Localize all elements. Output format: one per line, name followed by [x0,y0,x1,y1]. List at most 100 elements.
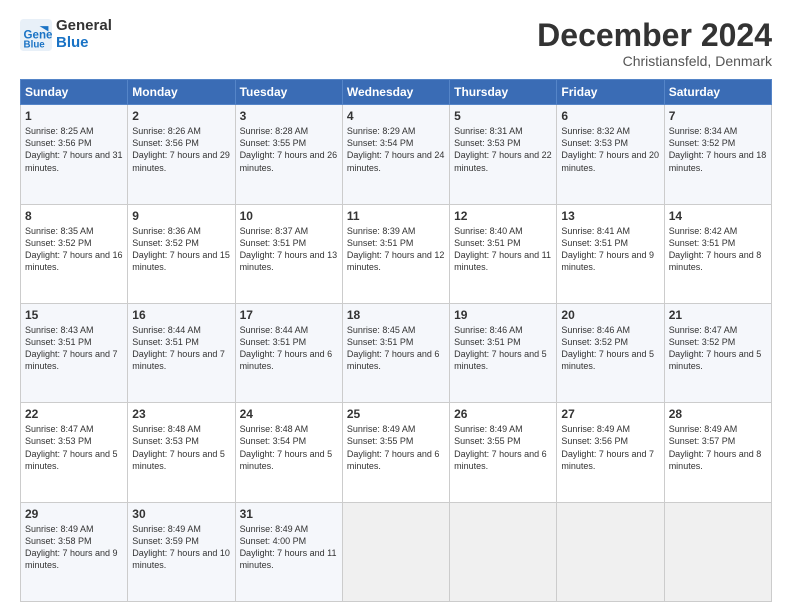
day-number: 10 [240,209,338,223]
calendar-body: 1Sunrise: 8:25 AMSunset: 3:56 PMDaylight… [21,105,772,602]
month-title: December 2024 [537,18,772,53]
calendar-day: 27 Sunrise: 8:49 AMSunset: 3:56 PMDayligh… [557,403,664,502]
day-content: Sunrise: 8:49 AMSunset: 3:56 PMDaylight:… [561,423,659,472]
calendar-day: 16Sunrise: 8:44 AMSunset: 3:51 PMDayligh… [128,303,235,402]
calendar-day: 22Sunrise: 8:47 AMSunset: 3:53 PMDayligh… [21,403,128,502]
day-number: 23 [132,407,230,421]
calendar-day: 30 Sunrise: 8:49 AMSunset: 3:59 PMDayligh… [128,502,235,601]
location: Christiansfeld, Denmark [537,53,772,69]
calendar-day: 20 Sunrise: 8:46 AMSunset: 3:52 PMDayligh… [557,303,664,402]
logo-general: General [56,18,112,35]
calendar-week: 29Sunrise: 8:49 AMSunset: 3:58 PMDayligh… [21,502,772,601]
header-day: Friday [557,80,664,105]
calendar-day: 13 Sunrise: 8:41 AMSunset: 3:51 PMDayligh… [557,204,664,303]
day-number: 19 [454,308,552,322]
calendar-day: 2Sunrise: 8:26 AMSunset: 3:56 PMDaylight… [128,105,235,204]
day-number: 24 [240,407,338,421]
day-content: Sunrise: 8:35 AMSunset: 3:52 PMDaylight:… [25,225,123,274]
day-number: 4 [347,109,445,123]
calendar-day: 3 Sunrise: 8:28 AMSunset: 3:55 PMDaylight… [235,105,342,204]
day-number: 16 [132,308,230,322]
day-content: Sunrise: 8:40 AMSunset: 3:51 PMDaylight:… [454,225,552,274]
day-content: Sunrise: 8:36 AMSunset: 3:52 PMDaylight:… [132,225,230,274]
day-content: Sunrise: 8:41 AMSunset: 3:51 PMDaylight:… [561,225,659,274]
day-number: 1 [25,109,123,123]
day-number: 20 [561,308,659,322]
header-day: Tuesday [235,80,342,105]
calendar-day: 15 Sunrise: 8:43 AMSunset: 3:51 PMDayligh… [21,303,128,402]
day-content: Sunrise: 8:43 AMSunset: 3:51 PMDaylight:… [25,324,123,373]
day-number: 3 [240,109,338,123]
day-content: Sunrise: 8:46 AMSunset: 3:52 PMDaylight:… [561,324,659,373]
day-content: Sunrise: 8:49 AMSunset: 3:59 PMDaylight:… [132,523,230,572]
calendar-day: 5 Sunrise: 8:31 AMSunset: 3:53 PMDaylight… [450,105,557,204]
day-number: 9 [132,209,230,223]
day-content: Sunrise: 8:49 AMSunset: 3:58 PMDaylight:… [25,523,123,572]
calendar-day: 6Sunrise: 8:32 AMSunset: 3:53 PMDaylight… [557,105,664,204]
header-day: Sunday [21,80,128,105]
day-number: 21 [669,308,767,322]
calendar-day: 21Sunrise: 8:47 AMSunset: 3:52 PMDayligh… [664,303,771,402]
day-number: 15 [25,308,123,322]
logo-icon: General Blue [20,19,52,51]
title-block: December 2024 Christiansfeld, Denmark [537,18,772,69]
header-row: SundayMondayTuesdayWednesdayThursdayFrid… [21,80,772,105]
calendar-day [557,502,664,601]
calendar-day: 10 Sunrise: 8:37 AMSunset: 3:51 PMDayligh… [235,204,342,303]
day-content: Sunrise: 8:37 AMSunset: 3:51 PMDaylight:… [240,225,338,274]
header-day: Saturday [664,80,771,105]
day-content: Sunrise: 8:46 AMSunset: 3:51 PMDaylight:… [454,324,552,373]
calendar-day: 8 Sunrise: 8:35 AMSunset: 3:52 PMDaylight… [21,204,128,303]
day-number: 25 [347,407,445,421]
day-number: 31 [240,507,338,521]
day-number: 30 [132,507,230,521]
day-content: Sunrise: 8:45 AMSunset: 3:51 PMDaylight:… [347,324,445,373]
calendar-day [450,502,557,601]
logo-blue: Blue [56,35,112,52]
logo: General Blue General Blue [20,18,112,51]
header-day: Monday [128,80,235,105]
calendar-day: 19 Sunrise: 8:46 AMSunset: 3:51 PMDayligh… [450,303,557,402]
day-content: Sunrise: 8:31 AMSunset: 3:53 PMDaylight:… [454,125,552,174]
calendar-day: 7Sunrise: 8:34 AMSunset: 3:52 PMDaylight… [664,105,771,204]
calendar-week: 8 Sunrise: 8:35 AMSunset: 3:52 PMDaylight… [21,204,772,303]
calendar-week: 22Sunrise: 8:47 AMSunset: 3:53 PMDayligh… [21,403,772,502]
calendar-day: 11Sunrise: 8:39 AMSunset: 3:51 PMDayligh… [342,204,449,303]
calendar-day: 4 Sunrise: 8:29 AMSunset: 3:54 PMDaylight… [342,105,449,204]
calendar-day [664,502,771,601]
calendar-day: 12Sunrise: 8:40 AMSunset: 3:51 PMDayligh… [450,204,557,303]
day-content: Sunrise: 8:49 AMSunset: 4:00 PMDaylight:… [240,523,338,572]
calendar-day: 26 Sunrise: 8:49 AMSunset: 3:55 PMDayligh… [450,403,557,502]
day-content: Sunrise: 8:34 AMSunset: 3:52 PMDaylight:… [669,125,767,174]
day-content: Sunrise: 8:28 AMSunset: 3:55 PMDaylight:… [240,125,338,174]
calendar-day: 18 Sunrise: 8:45 AMSunset: 3:51 PMDayligh… [342,303,449,402]
calendar-week: 1Sunrise: 8:25 AMSunset: 3:56 PMDaylight… [21,105,772,204]
header-day: Wednesday [342,80,449,105]
day-number: 22 [25,407,123,421]
day-content: Sunrise: 8:49 AMSunset: 3:57 PMDaylight:… [669,423,767,472]
day-number: 8 [25,209,123,223]
day-number: 5 [454,109,552,123]
day-number: 26 [454,407,552,421]
calendar-day: 17 Sunrise: 8:44 AMSunset: 3:51 PMDayligh… [235,303,342,402]
day-number: 17 [240,308,338,322]
day-content: Sunrise: 8:49 AMSunset: 3:55 PMDaylight:… [454,423,552,472]
calendar-day: 31 Sunrise: 8:49 AMSunset: 4:00 PMDayligh… [235,502,342,601]
day-content: Sunrise: 8:29 AMSunset: 3:54 PMDaylight:… [347,125,445,174]
calendar-day: 28Sunrise: 8:49 AMSunset: 3:57 PMDayligh… [664,403,771,502]
day-content: Sunrise: 8:48 AMSunset: 3:53 PMDaylight:… [132,423,230,472]
day-content: Sunrise: 8:49 AMSunset: 3:55 PMDaylight:… [347,423,445,472]
day-number: 27 [561,407,659,421]
calendar-day: 9 Sunrise: 8:36 AMSunset: 3:52 PMDaylight… [128,204,235,303]
header-day: Thursday [450,80,557,105]
day-number: 14 [669,209,767,223]
day-number: 13 [561,209,659,223]
day-number: 18 [347,308,445,322]
calendar-day: 14Sunrise: 8:42 AMSunset: 3:51 PMDayligh… [664,204,771,303]
day-content: Sunrise: 8:44 AMSunset: 3:51 PMDaylight:… [240,324,338,373]
day-number: 2 [132,109,230,123]
day-number: 11 [347,209,445,223]
calendar-day: 24Sunrise: 8:48 AMSunset: 3:54 PMDayligh… [235,403,342,502]
calendar-day: 1Sunrise: 8:25 AMSunset: 3:56 PMDaylight… [21,105,128,204]
calendar-week: 15 Sunrise: 8:43 AMSunset: 3:51 PMDayligh… [21,303,772,402]
